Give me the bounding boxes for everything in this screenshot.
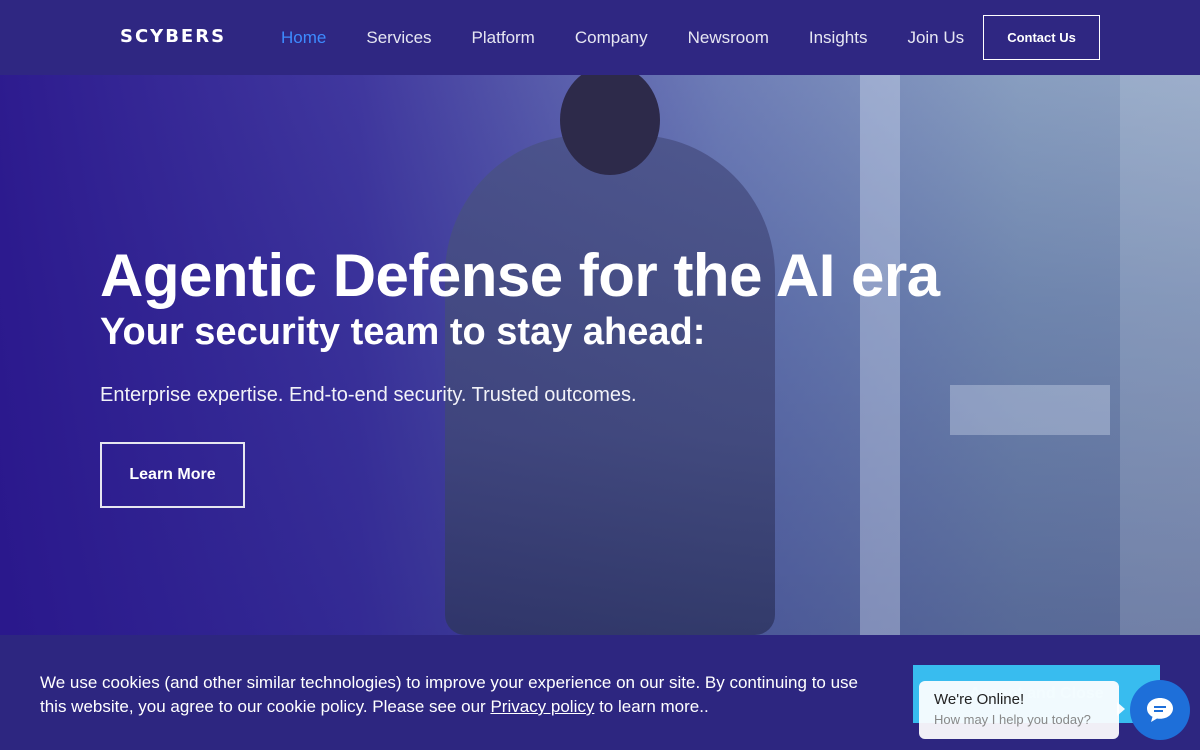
background-pillar: [950, 385, 1110, 435]
hero-subtitle: Your security team to stay ahead:: [100, 311, 706, 353]
nav-home[interactable]: Home: [281, 28, 326, 48]
hero-title: Agentic Defense for the AI era: [100, 242, 940, 309]
chat-greeting-bubble[interactable]: We're Online! How may I help you today?: [919, 681, 1119, 739]
chat-bubble-pointer: [1117, 702, 1125, 716]
nav-insights[interactable]: Insights: [809, 28, 868, 48]
background-pillar: [1120, 75, 1200, 635]
cookie-text: We use cookies (and other similar techno…: [40, 671, 870, 719]
nav-services[interactable]: Services: [366, 28, 431, 48]
background-pillar: [860, 75, 900, 635]
chat-message: How may I help you today?: [934, 712, 1091, 727]
chat-launcher-button[interactable]: [1130, 680, 1190, 740]
logo[interactable]: SCYBERS: [120, 26, 226, 47]
nav-company[interactable]: Company: [575, 28, 648, 48]
hero-tagline: Enterprise expertise. End-to-end securit…: [100, 384, 637, 406]
cookie-text-after: to learn more..: [594, 697, 709, 716]
privacy-policy-link[interactable]: Privacy policy: [490, 697, 594, 716]
hero-section: Agentic Defense for the AI era Your secu…: [0, 75, 1200, 635]
main-nav: Home Services Platform Company Newsroom …: [281, 28, 1004, 48]
cookie-text-before: We use cookies (and other similar techno…: [40, 673, 859, 716]
chat-title: We're Online!: [934, 691, 1025, 708]
site-header: SCYBERS Home Services Platform Company N…: [0, 0, 1200, 75]
nav-platform[interactable]: Platform: [472, 28, 535, 48]
contact-us-button[interactable]: Contact Us: [983, 15, 1100, 60]
nav-join-us[interactable]: Join Us: [907, 28, 964, 48]
chat-icon: [1147, 698, 1173, 722]
nav-newsroom[interactable]: Newsroom: [688, 28, 769, 48]
learn-more-button[interactable]: Learn More: [100, 442, 245, 508]
